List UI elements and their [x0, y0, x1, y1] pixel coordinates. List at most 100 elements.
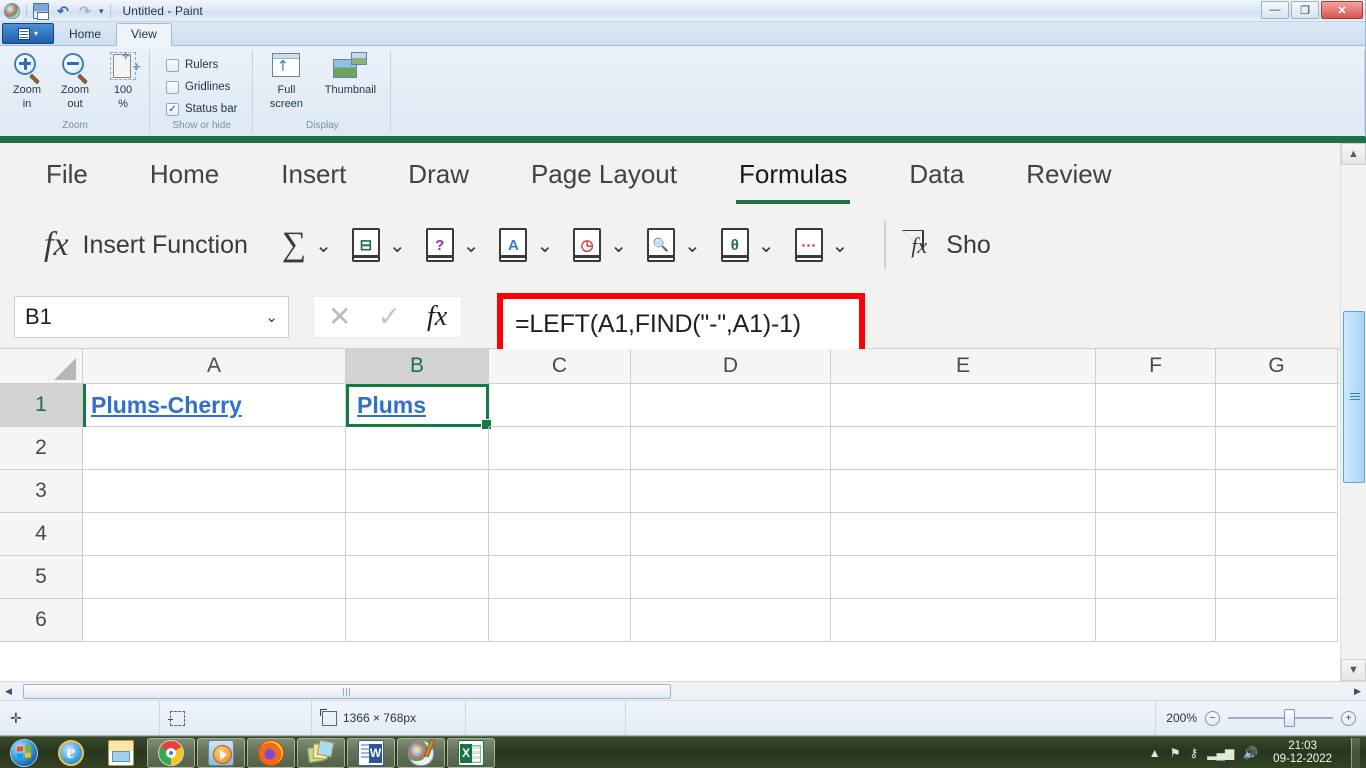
- taskbar-item-sticky-notes[interactable]: [297, 737, 345, 768]
- cell-b3[interactable]: [346, 470, 489, 513]
- math-and-trig-button[interactable]: ⋯ ⌄: [794, 228, 849, 262]
- recently-used-button[interactable]: ⊟ ⌄: [351, 228, 406, 262]
- column-header-b[interactable]: B: [346, 349, 489, 383]
- actual-size-button[interactable]: ✛ ✛ 100 %: [100, 50, 146, 110]
- chevron-down-icon[interactable]: ⌄: [389, 233, 406, 258]
- cell-c2[interactable]: [489, 427, 631, 470]
- network-flag-icon[interactable]: ⚑: [1170, 746, 1181, 760]
- cell-e6[interactable]: [831, 599, 1096, 642]
- action-center-icon[interactable]: ⚷: [1189, 746, 1198, 760]
- clock[interactable]: 21:03 09-12-2022: [1267, 740, 1338, 766]
- cell-e5[interactable]: [831, 556, 1096, 599]
- chevron-down-icon[interactable]: ⌄: [758, 233, 775, 258]
- chevron-down-icon[interactable]: ⌄: [463, 233, 480, 258]
- excel-tab-data[interactable]: Data: [909, 159, 964, 190]
- row-header-4[interactable]: 4: [0, 513, 83, 556]
- chevron-down-icon[interactable]: ⌄: [684, 233, 701, 258]
- autosum-button[interactable]: ∑ ⌄: [282, 228, 332, 262]
- scroll-right-arrow-icon[interactable]: ▶: [1349, 683, 1366, 700]
- tab-home[interactable]: Home: [54, 23, 116, 45]
- scroll-up-arrow-icon[interactable]: ▲: [1341, 143, 1366, 165]
- column-header-c[interactable]: C: [489, 349, 631, 383]
- cell-b4[interactable]: [346, 513, 489, 556]
- scroll-down-arrow-icon[interactable]: ▼: [1341, 659, 1366, 681]
- cell-a3[interactable]: [83, 470, 346, 513]
- cell-c4[interactable]: [489, 513, 631, 556]
- text-button[interactable]: ◷ ⌄: [573, 228, 627, 262]
- cell-b2[interactable]: [346, 427, 489, 470]
- chevron-down-icon[interactable]: ⌄: [315, 233, 332, 258]
- zoom-out-button[interactable]: −: [1205, 710, 1220, 726]
- excel-tab-draw[interactable]: Draw: [408, 159, 469, 190]
- thumbnail-button[interactable]: Thumbnail: [319, 50, 381, 96]
- cell-d3[interactable]: [631, 470, 831, 513]
- cell-d2[interactable]: [631, 427, 831, 470]
- scrollbar-thumb[interactable]: |||: [23, 683, 671, 699]
- excel-vertical-scrollbar[interactable]: ▲ ▼: [1340, 143, 1366, 681]
- cell-e2[interactable]: [831, 427, 1096, 470]
- show-formulas-icon[interactable]: fx: [902, 228, 936, 262]
- cell-a4[interactable]: [83, 513, 346, 556]
- excel-tab-formulas[interactable]: Formulas: [735, 159, 851, 204]
- chevron-down-icon[interactable]: ⌄: [610, 233, 627, 258]
- redo-icon[interactable]: ↷: [77, 3, 93, 19]
- status-bar-checkbox-row[interactable]: ✓ Status bar: [166, 98, 237, 120]
- cell-d1[interactable]: [631, 384, 831, 427]
- row-header-6[interactable]: 6: [0, 599, 83, 642]
- taskbar-item-windows-media-player[interactable]: [197, 737, 245, 768]
- close-button[interactable]: ✕: [1321, 1, 1363, 19]
- column-header-a[interactable]: A: [83, 349, 346, 383]
- cell-c5[interactable]: [489, 556, 631, 599]
- column-header-g[interactable]: G: [1216, 349, 1338, 383]
- chevron-down-icon[interactable]: ⌄: [536, 233, 553, 258]
- cell-b1[interactable]: Plums: [346, 384, 492, 430]
- volume-icon[interactable]: 🔊: [1243, 746, 1258, 760]
- undo-icon[interactable]: ↶: [55, 3, 71, 19]
- select-all-corner[interactable]: [0, 349, 83, 383]
- zoom-slider-track[interactable]: [1228, 709, 1333, 727]
- gridlines-checkbox[interactable]: ✓: [166, 80, 179, 94]
- taskbar-item-google-chrome[interactable]: [147, 737, 195, 768]
- cell-f1[interactable]: [1096, 384, 1216, 427]
- cell-d5[interactable]: [631, 556, 831, 599]
- cell-f4[interactable]: [1096, 513, 1216, 556]
- taskbar-item-ms-paint[interactable]: [397, 737, 445, 768]
- cell-b6[interactable]: [346, 599, 489, 642]
- customize-qat-icon[interactable]: ▾: [99, 3, 104, 19]
- scroll-left-arrow-icon[interactable]: ◀: [0, 683, 17, 700]
- cell-g3[interactable]: [1216, 470, 1338, 513]
- cell-d6[interactable]: [631, 599, 831, 642]
- cell-a1[interactable]: Plums-Cherry: [83, 384, 346, 427]
- restore-button[interactable]: ❐: [1291, 1, 1319, 19]
- date-and-time-button[interactable]: 🔍 ⌄: [646, 228, 701, 262]
- cell-f6[interactable]: [1096, 599, 1216, 642]
- paint-logo-icon[interactable]: [4, 2, 20, 19]
- rulers-checkbox[interactable]: ✓: [166, 58, 179, 72]
- scrollbar-track[interactable]: |||: [17, 683, 1349, 699]
- row-header-5[interactable]: 5: [0, 556, 83, 599]
- gridlines-checkbox-row[interactable]: ✓ Gridlines: [166, 76, 230, 98]
- cancel-formula-icon[interactable]: ✕: [328, 302, 351, 331]
- cell-c6[interactable]: [489, 599, 631, 642]
- row-header-2[interactable]: 2: [0, 427, 83, 470]
- cell-c1[interactable]: [489, 384, 631, 427]
- cell-b5[interactable]: [346, 556, 489, 599]
- cell-f3[interactable]: [1096, 470, 1216, 513]
- show-hidden-icons-icon[interactable]: ▲: [1149, 746, 1161, 760]
- taskbar-item-microsoft-excel[interactable]: [447, 737, 495, 768]
- cell-f2[interactable]: [1096, 427, 1216, 470]
- excel-tab-review[interactable]: Review: [1026, 159, 1111, 190]
- cell-e4[interactable]: [831, 513, 1096, 556]
- enter-formula-icon[interactable]: ✓: [377, 302, 400, 331]
- signal-strength-icon[interactable]: ▂▄▆: [1207, 746, 1234, 760]
- taskbar-item-internet-explorer[interactable]: [47, 738, 95, 768]
- paint-title-bar[interactable]: ↶ ↷ ▾ Untitled - Paint — ❐ ✕: [0, 0, 1365, 22]
- financial-button[interactable]: ? ⌄: [425, 228, 480, 262]
- lookup-and-reference-button[interactable]: θ ⌄: [720, 228, 775, 262]
- scrollbar-thumb[interactable]: [1343, 311, 1365, 483]
- chevron-down-icon[interactable]: ⌄: [832, 233, 849, 258]
- cell-d4[interactable]: [631, 513, 831, 556]
- full-screen-button[interactable]: ↗ Full screen: [263, 50, 309, 110]
- paint-horizontal-scrollbar[interactable]: ◀ ||| ▶: [0, 681, 1366, 700]
- cell-g2[interactable]: [1216, 427, 1338, 470]
